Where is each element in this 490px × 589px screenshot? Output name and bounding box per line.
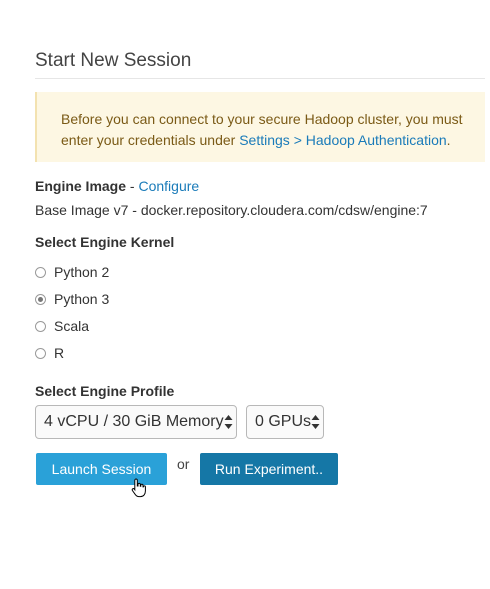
page-title: Start New Session: [35, 50, 485, 79]
credentials-alert: Before you can connect to your secure Ha…: [35, 92, 485, 162]
kernel-option-label: Scala: [54, 318, 90, 334]
run-experiment-button[interactable]: Run Experiment..: [200, 453, 338, 485]
configure-link[interactable]: Configure: [138, 178, 199, 194]
launch-session-button[interactable]: Launch Session: [36, 453, 167, 485]
radio-unchecked-icon[interactable]: [35, 266, 46, 278]
alert-text-end: .: [446, 132, 451, 148]
hand-cursor-icon: [131, 478, 146, 498]
kernel-option-label: R: [54, 345, 65, 361]
profile-select-value: 4 vCPU / 30 GiB Memory: [44, 413, 224, 430]
kernel-option-scala[interactable]: Scala: [35, 318, 89, 334]
kernel-option-python2[interactable]: Python 2: [35, 264, 109, 280]
kernel-option-python3[interactable]: Python 3: [35, 291, 109, 307]
or-separator: or: [177, 456, 190, 472]
engine-image-value: Base Image v7 - docker.repository.cloude…: [35, 202, 428, 218]
select-arrows-icon: [311, 415, 320, 429]
radio-checked-icon[interactable]: [35, 293, 46, 305]
kernel-option-label: Python 2: [54, 264, 110, 280]
profile-select[interactable]: 4 vCPU / 30 GiB Memory: [35, 405, 237, 439]
engine-image-separator: -: [126, 178, 139, 194]
engine-image-heading: Engine Image - Configure: [35, 178, 199, 194]
hadoop-auth-link[interactable]: Settings > Hadoop Authentication: [239, 132, 446, 148]
gpu-select-value: 0 GPUs: [255, 413, 312, 430]
select-arrows-icon: [224, 415, 233, 429]
kernel-option-label: Python 3: [54, 291, 110, 307]
gpu-select[interactable]: 0 GPUs: [246, 405, 324, 439]
profile-heading: Select Engine Profile: [35, 383, 175, 399]
engine-image-label: Engine Image: [35, 178, 127, 194]
kernel-option-r[interactable]: R: [35, 345, 64, 361]
radio-unchecked-icon[interactable]: [35, 347, 46, 359]
radio-unchecked-icon[interactable]: [35, 320, 46, 332]
kernel-heading: Select Engine Kernel: [35, 234, 175, 250]
